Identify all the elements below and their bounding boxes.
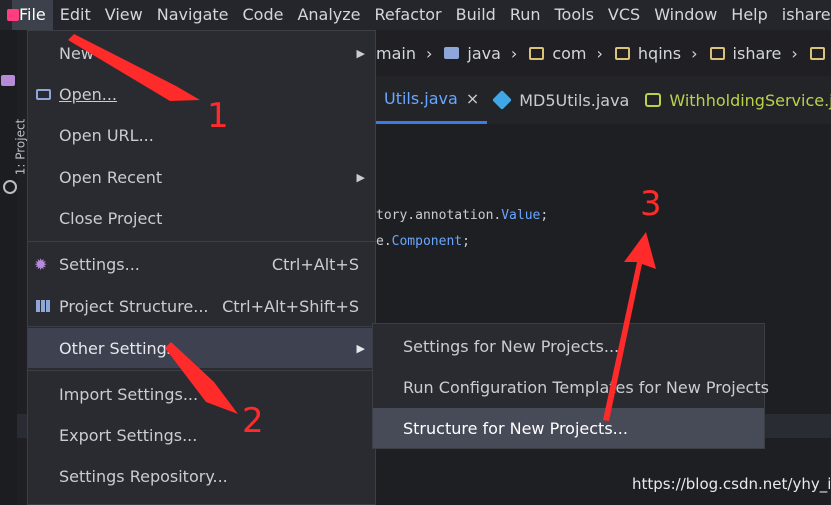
- menu-item-project-structure[interactable]: Project Structure... Ctrl+Alt+Shift+S: [28, 287, 375, 325]
- menu-item-open-recent[interactable]: Open Recent ▶: [28, 158, 375, 196]
- gear-icon: ✹: [34, 254, 48, 274]
- code-line: tory.annotation.Value;: [376, 208, 549, 223]
- spring-bean-icon: [645, 93, 662, 107]
- file-menu-dropdown: New ▶ Open... Open URL... Open Recent ▶ Cl…: [27, 30, 376, 505]
- submenu-arrow-icon: ▶: [356, 170, 365, 184]
- open-folder-icon: [36, 88, 51, 100]
- breadcrumb: main› java› com› hqins› ishare› pay: [376, 30, 831, 76]
- menu-bar: File Edit View Navigate Code Analyze Ref…: [0, 0, 831, 30]
- menu-view[interactable]: View: [98, 0, 150, 30]
- menu-item-open[interactable]: Open...: [28, 75, 375, 113]
- menu-refactor[interactable]: Refactor: [368, 0, 449, 30]
- project-tool-window-tab[interactable]: 1: Project: [13, 119, 27, 176]
- menu-build[interactable]: Build: [449, 0, 503, 30]
- annotation-number-2: 2: [242, 401, 264, 441]
- package-icon: [529, 46, 545, 60]
- package-icon: [809, 46, 825, 60]
- menu-edit[interactable]: Edit: [53, 0, 98, 30]
- code-line: e.Component;: [376, 234, 470, 249]
- left-tool-strip: 1: Project: [0, 30, 27, 505]
- menu-item-other-settings[interactable]: Other Settings ▶: [28, 328, 375, 368]
- menu-item-settings-repository[interactable]: Settings Repository...: [28, 457, 375, 495]
- menu-item-export-settings[interactable]: Export Settings...: [28, 416, 375, 454]
- menu-separator: [28, 326, 375, 327]
- submenu-item-settings-new-projects[interactable]: Settings for New Projects...: [373, 326, 764, 366]
- package-icon: [614, 46, 630, 60]
- menu-item-close-project[interactable]: Close Project: [28, 199, 375, 237]
- folder-icon: [444, 47, 460, 59]
- editor-tabs: Utils.java × MD5Utils.java WithholdingSe…: [376, 76, 831, 124]
- project-structure-icon: [36, 300, 50, 312]
- project-title: ishare-p: [781, 5, 831, 24]
- other-settings-submenu: Settings for New Projects... Run Configu…: [372, 323, 769, 449]
- tab-md5utils[interactable]: MD5Utils.java: [487, 76, 637, 124]
- menu-item-import-settings[interactable]: Import Settings...: [28, 375, 375, 413]
- tab-label: WithholdingService.java: [669, 90, 831, 110]
- tab-label: MD5Utils.java: [519, 90, 630, 110]
- package-icon: [709, 46, 725, 60]
- submenu-arrow-icon: ▶: [356, 341, 365, 355]
- breadcrumb-ishare[interactable]: ishare ›: [708, 44, 808, 63]
- project-folder-icon[interactable]: [1, 75, 15, 86]
- annotation-number-1: 1: [207, 96, 229, 136]
- annotation-number-3: 3: [640, 184, 662, 224]
- submenu-item-run-config-templates[interactable]: Run Configuration Templates for New Proj…: [373, 367, 769, 407]
- watermark-url: https://blog.csdn.net/yhy_it: [632, 475, 831, 493]
- menu-item-new[interactable]: New ▶: [28, 34, 375, 72]
- menu-separator: [28, 370, 375, 371]
- menu-window[interactable]: Window: [647, 0, 724, 30]
- breadcrumb-main[interactable]: main ›: [376, 44, 442, 63]
- close-icon[interactable]: ×: [466, 89, 479, 108]
- menu-run[interactable]: Run: [503, 0, 548, 30]
- menu-analyze[interactable]: Analyze: [290, 0, 367, 30]
- class-icon: [492, 90, 513, 110]
- menu-code[interactable]: Code: [236, 0, 291, 30]
- menu-item-settings[interactable]: ✹ Settings... Ctrl+Alt+S: [28, 245, 375, 283]
- tab-utils[interactable]: Utils.java ×: [376, 76, 488, 124]
- menu-separator: [28, 241, 375, 242]
- breadcrumb-java[interactable]: java ›: [442, 44, 527, 63]
- menu-vcs[interactable]: VCS: [601, 0, 647, 30]
- submenu-item-structure-new-projects[interactable]: Structure for New Projects...: [373, 408, 764, 448]
- structure-icon[interactable]: [3, 180, 17, 194]
- menu-tools[interactable]: Tools: [548, 0, 601, 30]
- menu-navigate[interactable]: Navigate: [150, 0, 236, 30]
- submenu-arrow-icon: ▶: [356, 46, 365, 60]
- menu-help[interactable]: Help: [724, 0, 774, 30]
- breadcrumb-pay[interactable]: pay: [808, 44, 831, 63]
- tab-withholding-service[interactable]: WithholdingService.java: [637, 76, 831, 124]
- menu-item-open-url[interactable]: Open URL...: [28, 116, 375, 154]
- tab-label: Utils.java: [384, 89, 458, 108]
- breadcrumb-hqins[interactable]: hqins ›: [613, 44, 708, 63]
- breadcrumb-com[interactable]: com ›: [527, 44, 613, 63]
